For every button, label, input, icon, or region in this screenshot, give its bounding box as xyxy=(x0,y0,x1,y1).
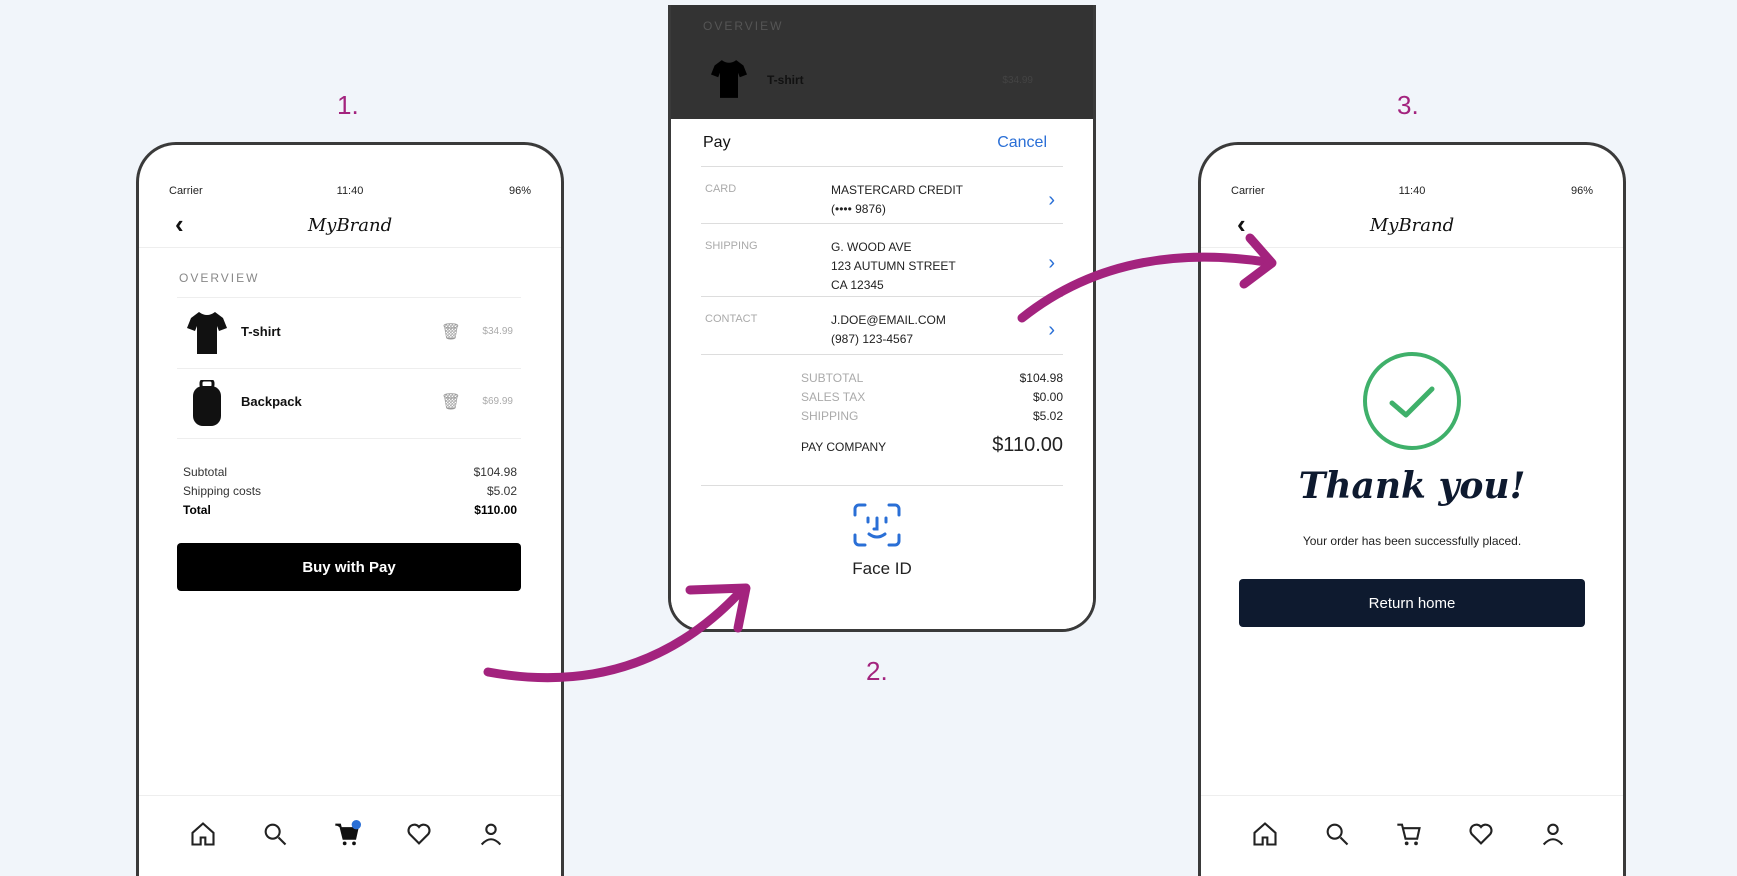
tshirt-icon xyxy=(187,312,227,354)
pay-label: PAY COMPANY xyxy=(801,440,887,454)
return-home-button[interactable]: Return home xyxy=(1239,579,1585,627)
pay-total-row: PAY COMPANY $110.00 xyxy=(801,434,1063,457)
payment-summary: SUBTOTAL $104.98 SALES TAX $0.00 SHIPPING $… xyxy=(801,371,1063,457)
divider xyxy=(701,485,1063,486)
payment-sheet: Pay Cancel CARD MASTERCARD CREDIT (•••• 9… xyxy=(671,119,1093,629)
card-row[interactable]: CARD MASTERCARD CREDIT (•••• 9876) › xyxy=(701,167,1063,224)
time-label: 11:40 xyxy=(336,185,364,197)
cart-icon[interactable] xyxy=(1391,816,1427,852)
summary-label: SUBTOTAL xyxy=(801,371,864,385)
step-number-2: 2. xyxy=(866,656,888,686)
shipping-value: G. WOOD AVE 123 AUTUMN STREET CA 12345 xyxy=(831,238,956,295)
overview-label: OVERVIEW xyxy=(179,271,260,285)
summary-row: SALES TAX $0.00 xyxy=(801,390,1063,409)
item-name: T-shirt xyxy=(767,73,804,87)
item-price: $34.99 xyxy=(1002,75,1033,86)
face-id-icon xyxy=(853,503,901,547)
shipping-row: Shipping costs $5.02 xyxy=(183,484,517,503)
face-id-label: Face ID xyxy=(852,559,912,578)
tab-bar xyxy=(1201,795,1623,876)
chevron-right-icon: › xyxy=(1048,252,1055,274)
item-name: T-shirt xyxy=(241,324,281,339)
order-totals: Subtotal $104.98 Shipping costs $5.02 Tota… xyxy=(183,465,517,522)
summary-label: SHIPPING xyxy=(801,409,859,423)
subtotal-label: Subtotal xyxy=(183,465,228,479)
contact-row[interactable]: CONTACT J.DOE@EMAIL.COM (987) 123-4567 › xyxy=(701,297,1063,355)
shipping-key: SHIPPING xyxy=(705,240,758,252)
chevron-right-icon: › xyxy=(1048,189,1055,211)
total-label: Total xyxy=(183,503,211,517)
phone-confirmation-screen: Carrier 11:40 96% ‹ MyBrand Thank you! Y… xyxy=(1198,142,1626,876)
shipping-line: 123 AUTUMN STREET xyxy=(831,259,956,273)
overview-label: OVERVIEW xyxy=(703,19,784,33)
card-line: (•••• 9876) xyxy=(831,202,886,216)
dimmed-background: OVERVIEW T-shirt $34.99 xyxy=(671,5,1093,119)
contact-value: J.DOE@EMAIL.COM (987) 123-4567 xyxy=(831,311,946,349)
apple-pay-label: Pay xyxy=(703,134,731,151)
summary-value: $0.00 xyxy=(1032,390,1063,404)
thank-you-heading: Thank you! xyxy=(1298,465,1526,507)
cancel-button[interactable]: Cancel xyxy=(997,134,1047,152)
nav-bar: ‹ MyBrand xyxy=(1201,207,1623,248)
tshirt-icon xyxy=(711,60,747,98)
search-icon[interactable] xyxy=(257,816,293,852)
summary-value: $104.98 xyxy=(1019,371,1063,385)
card-value: MASTERCARD CREDIT (•••• 9876) xyxy=(831,181,963,219)
profile-icon[interactable] xyxy=(473,816,509,852)
shipping-line: CA 12345 xyxy=(831,278,884,292)
home-icon[interactable] xyxy=(185,816,221,852)
subtotal-value: $104.98 xyxy=(473,465,517,479)
order-confirmation-message: Your order has been successfully placed. xyxy=(1302,534,1522,548)
success-check-icon xyxy=(1363,352,1461,450)
total-row: Total $110.00 xyxy=(183,503,517,522)
item-price: $34.99 xyxy=(482,326,513,337)
summary-row: SUBTOTAL $104.98 xyxy=(801,371,1063,390)
pay-total: $110.00 xyxy=(992,434,1063,456)
step-number-3: 3. xyxy=(1397,90,1419,120)
shipping-label: Shipping costs xyxy=(183,484,262,498)
summary-value: $5.02 xyxy=(1032,409,1063,423)
brand-logo: MyBrand xyxy=(307,215,393,236)
nav-bar: ‹ MyBrand xyxy=(139,207,561,248)
contact-line: J.DOE@EMAIL.COM xyxy=(831,313,946,327)
contact-line: (987) 123-4567 xyxy=(831,332,914,346)
tab-bar xyxy=(139,795,561,876)
shipping-value: $5.02 xyxy=(486,484,517,498)
backpack-icon xyxy=(193,380,221,426)
summary-label: SALES TAX xyxy=(801,390,866,404)
total-value: $110.00 xyxy=(474,503,517,517)
home-icon[interactable] xyxy=(1247,816,1283,852)
brand-logo: MyBrand xyxy=(1369,215,1455,236)
heart-icon[interactable] xyxy=(401,816,437,852)
buy-with-apple-pay-button[interactable]: Buy with Pay xyxy=(177,543,521,591)
item-price: $69.99 xyxy=(482,396,513,407)
shipping-row[interactable]: SHIPPING G. WOOD AVE 123 AUTUMN STREET CA … xyxy=(701,224,1063,297)
chevron-right-icon: › xyxy=(1048,319,1055,341)
battery-label: 96% xyxy=(1570,185,1593,197)
cart-item: T-shirt 🗑 $34.99 xyxy=(177,297,521,369)
shipping-line: G. WOOD AVE xyxy=(831,240,912,254)
status-bar: Carrier 11:40 96% xyxy=(1201,185,1623,205)
contact-key: CONTACT xyxy=(705,313,758,325)
step-number-1: 1. xyxy=(337,90,359,120)
phone-apple-pay-sheet: OVERVIEW T-shirt $34.99 Pay Cancel CARD … xyxy=(668,5,1096,632)
subtotal-row: Subtotal $104.98 xyxy=(183,465,517,484)
card-line: MASTERCARD CREDIT xyxy=(831,183,964,197)
battery-label: 96% xyxy=(508,185,531,197)
summary-row: SHIPPING $5.02 xyxy=(801,409,1063,428)
time-label: 11:40 xyxy=(1398,185,1426,197)
item-name: Backpack xyxy=(241,394,302,409)
cart-icon[interactable] xyxy=(329,816,365,852)
cart-item: Backpack 🗑 $69.99 xyxy=(177,368,521,439)
card-key: CARD xyxy=(705,183,737,195)
trash-icon[interactable]: 🗑 xyxy=(441,322,461,342)
search-icon[interactable] xyxy=(1319,816,1355,852)
heart-icon[interactable] xyxy=(1463,816,1499,852)
profile-icon[interactable] xyxy=(1535,816,1571,852)
trash-icon[interactable]: 🗑 xyxy=(441,392,461,412)
status-bar: Carrier 11:40 96% xyxy=(139,185,561,205)
phone-cart-screen: Carrier 11:40 96% ‹ MyBrand OVERVIEW T-s… xyxy=(136,142,564,876)
